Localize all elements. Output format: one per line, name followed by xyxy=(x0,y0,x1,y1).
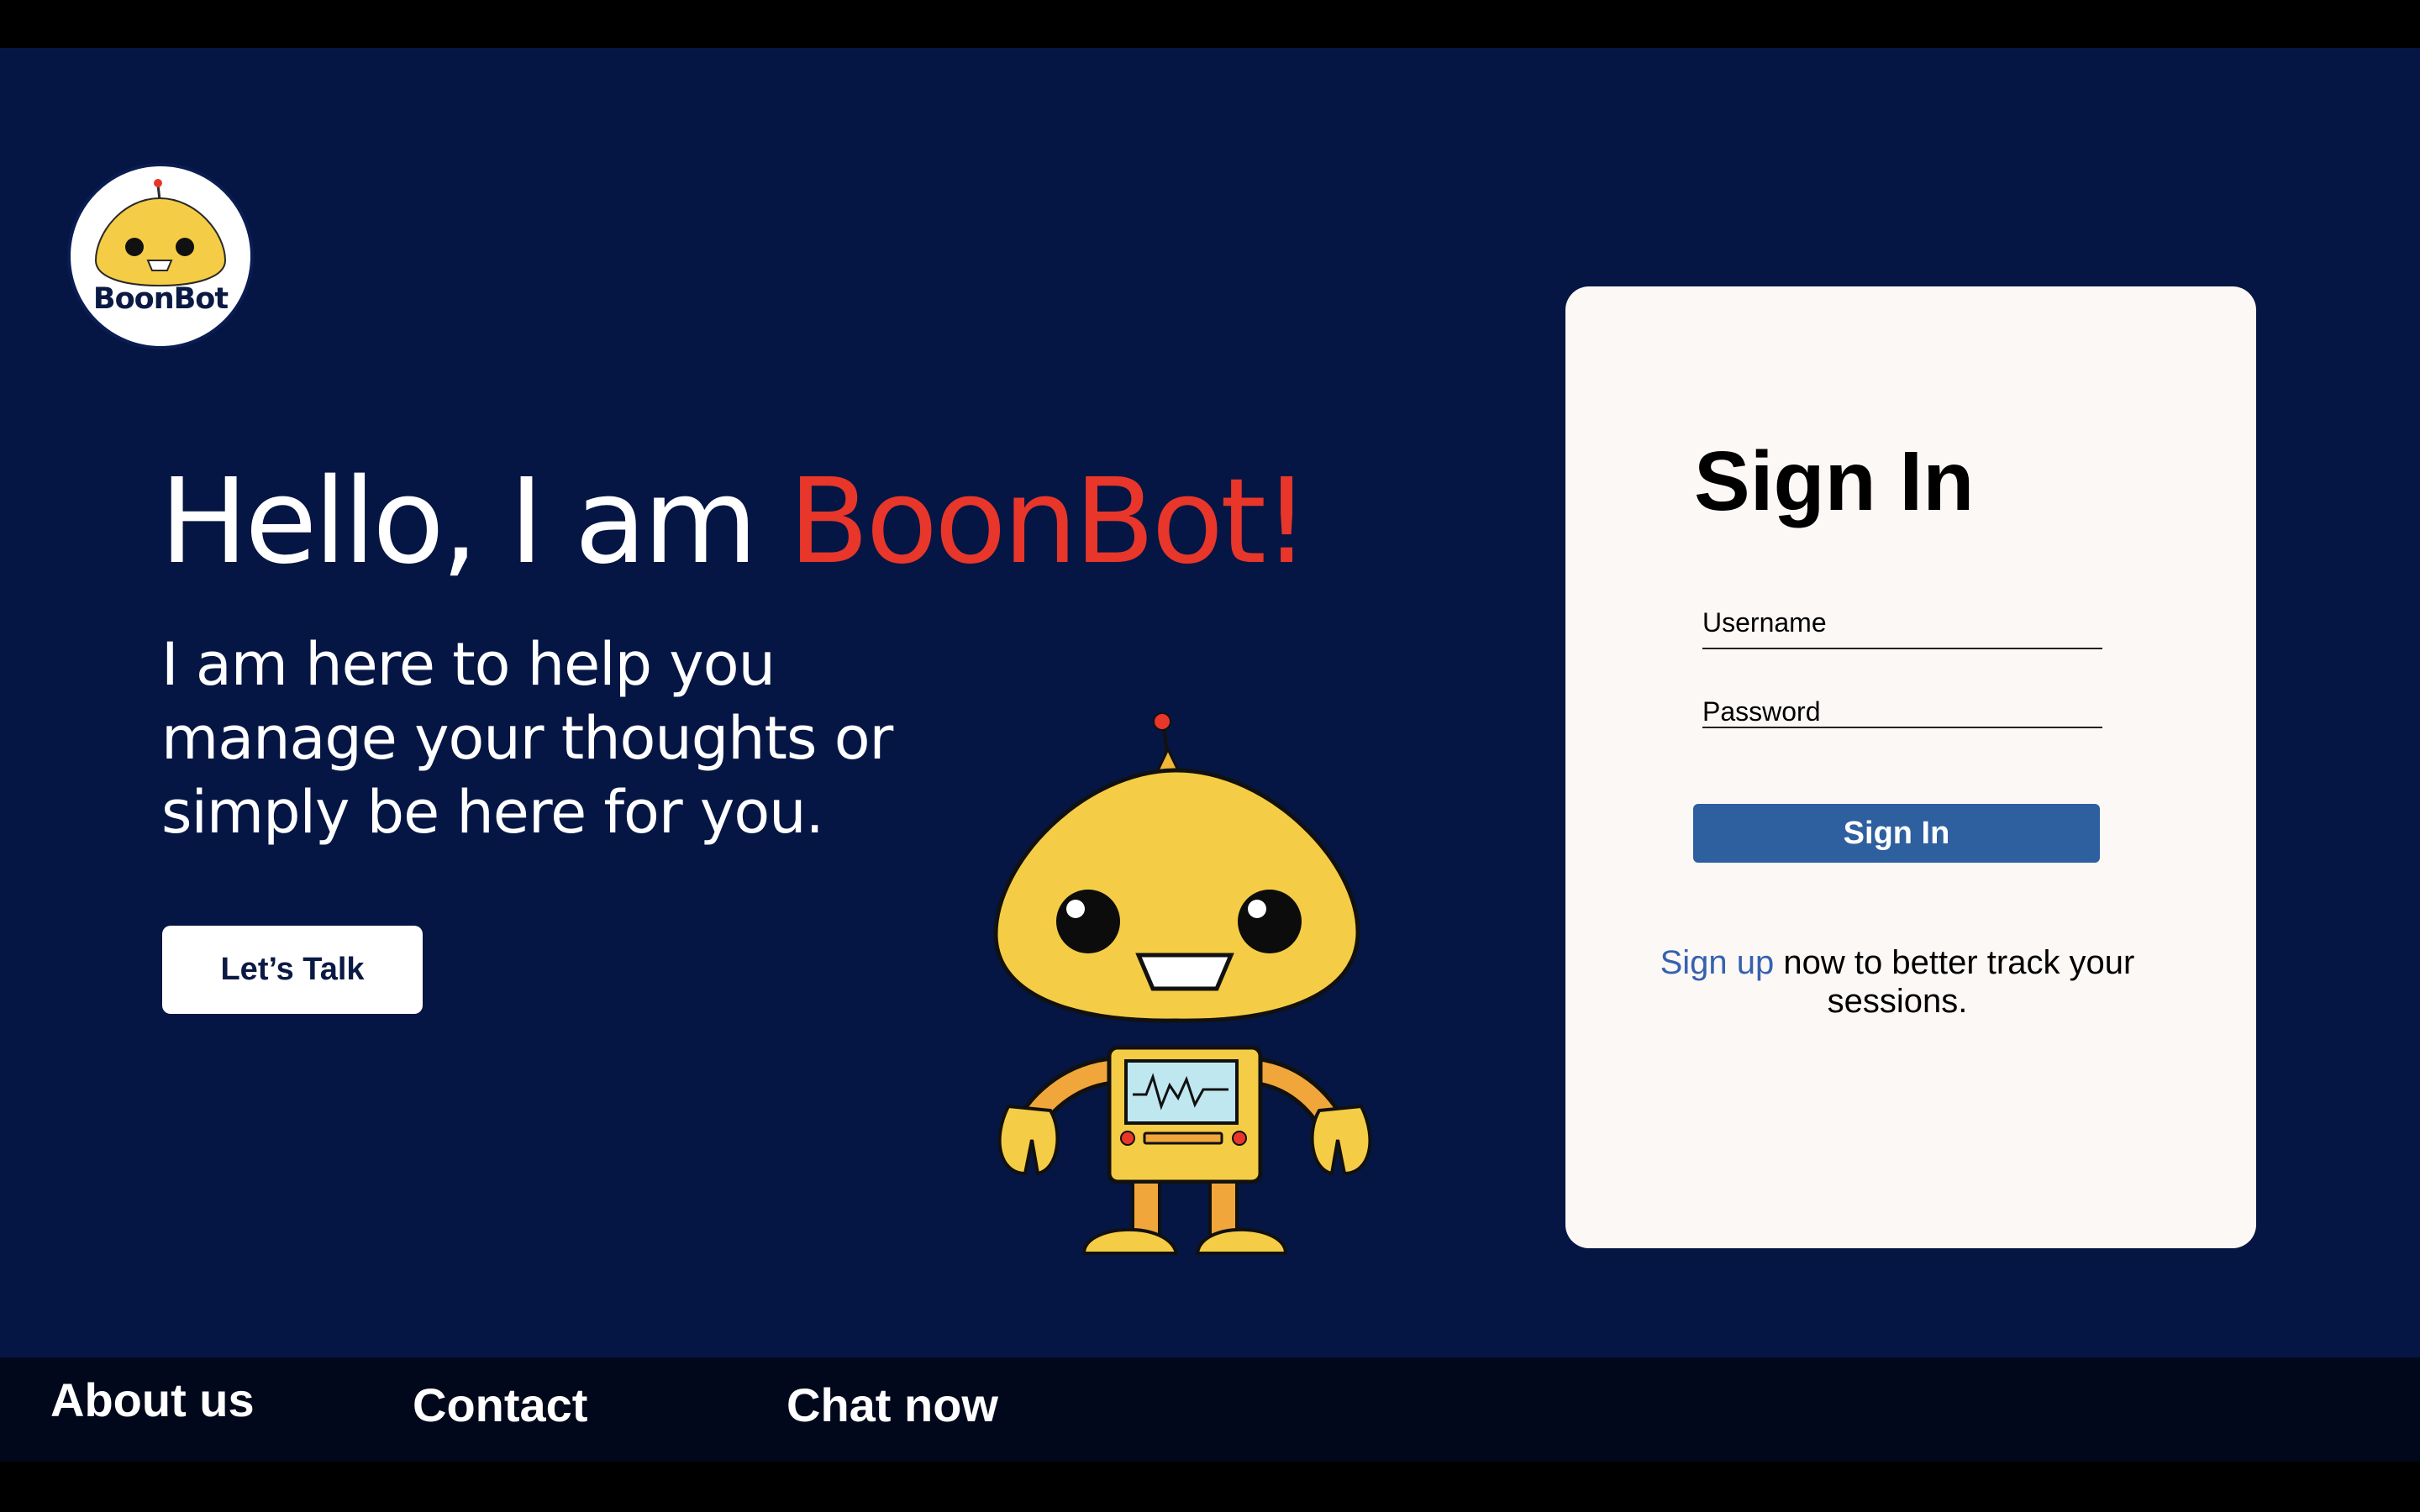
screen: BoonBot Hello, I am BoonBot! I am here t… xyxy=(0,0,2420,1512)
footer-link-chat-now[interactable]: Chat now xyxy=(786,1378,998,1432)
robot-mascot-illustration xyxy=(993,712,1372,1255)
hero-title-accent: BoonBot! xyxy=(788,454,1310,591)
top-bar xyxy=(0,0,2420,48)
footer-nav: About us Contact Chat now xyxy=(0,1357,2420,1462)
footer-link-about-us[interactable]: About us xyxy=(50,1373,255,1427)
hero-subtitle: I am here to help you manage your though… xyxy=(161,630,893,847)
hero-title: Hello, I am BoonBot! xyxy=(160,451,1310,594)
bottom-bar xyxy=(0,1462,2420,1512)
footer-link-contact[interactable]: Contact xyxy=(413,1378,587,1432)
logo-text: BoonBot xyxy=(92,282,229,316)
signup-prompt: Sign up now to better track your session… xyxy=(1649,943,2145,1021)
hero-title-prefix: Hello, I am xyxy=(160,454,789,591)
signup-prompt-text: now to better track your sessions. xyxy=(1774,944,2135,1020)
lets-talk-button[interactable]: Let’s Talk xyxy=(162,926,423,1014)
sign-in-card: Sign In Username Password Sign In Sign u… xyxy=(1565,286,2256,1248)
robot-face-icon xyxy=(94,179,227,287)
sign-in-button[interactable]: Sign In xyxy=(1693,804,2100,863)
sign-up-link[interactable]: Sign up xyxy=(1660,944,1775,981)
boonbot-logo[interactable]: BoonBot xyxy=(67,163,254,349)
sign-in-title: Sign In xyxy=(1694,434,1975,528)
username-input[interactable] xyxy=(1702,612,2102,649)
main-section: BoonBot Hello, I am BoonBot! I am here t… xyxy=(0,48,2420,1357)
password-input[interactable] xyxy=(1702,691,2102,728)
